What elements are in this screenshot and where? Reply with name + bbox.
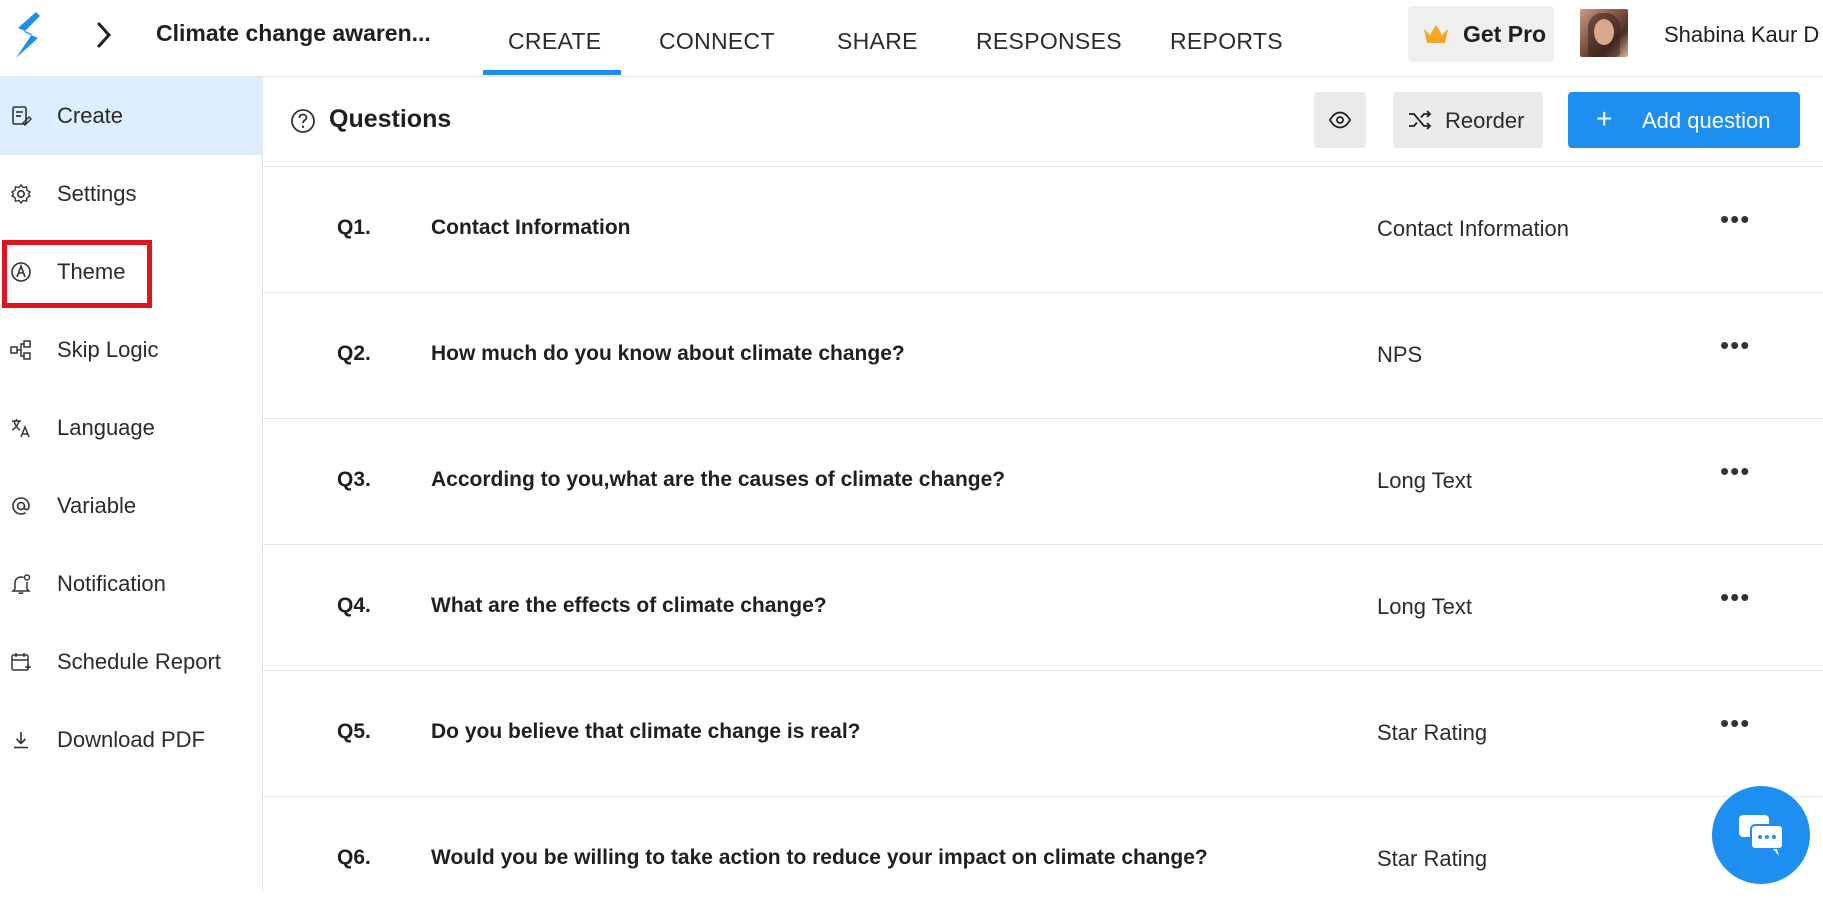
question-text[interactable]: What are the effects of climate change? (431, 594, 827, 618)
tab-connect[interactable]: CONNECT (659, 28, 775, 55)
more-options-icon[interactable]: ••• (1720, 582, 1750, 613)
more-options-icon[interactable]: ••• (1720, 330, 1750, 361)
question-row[interactable]: Q1. Contact Information Contact Informat… (263, 166, 1823, 293)
sidebar-item-label: Download PDF (57, 727, 205, 752)
chat-icon (1739, 815, 1784, 856)
question-number: Q1. (337, 216, 371, 239)
more-options-icon[interactable]: ••• (1720, 456, 1750, 487)
tab-responses[interactable]: RESPONSES (976, 28, 1122, 55)
crown-icon (1424, 25, 1448, 43)
sidebar-item-create[interactable]: Create (0, 77, 262, 155)
question-text[interactable]: Do you believe that climate change is re… (431, 720, 860, 744)
question-type: Long Text (1377, 594, 1473, 619)
question-row[interactable]: Q2. How much do you know about climate c… (263, 292, 1823, 419)
sidebar-item-skip-logic[interactable]: Skip Logic (0, 311, 262, 389)
questions-header: Questions Reorder + Add question (263, 77, 1823, 167)
avatar[interactable] (1580, 9, 1628, 57)
sidebar-item-schedule-report[interactable]: Schedule Report (0, 623, 262, 701)
question-type: Star Rating (1377, 720, 1488, 745)
chat-button[interactable] (1712, 786, 1810, 884)
app-logo-icon[interactable] (12, 10, 42, 60)
question-type: NPS (1377, 342, 1423, 367)
reorder-label: Reorder (1445, 108, 1525, 133)
top-bar: Climate change awaren... CREATE CONNECT … (0, 0, 1823, 77)
sidebar-item-label: Skip Logic (57, 337, 159, 362)
download-icon (14, 732, 28, 749)
sidebar-item-label: Settings (57, 181, 137, 206)
question-text[interactable]: Would you be willing to take action to r… (431, 846, 1208, 870)
add-question-button[interactable]: + Add question (1568, 92, 1800, 148)
sidebar-item-label: Notification (57, 571, 166, 596)
at-icon (12, 497, 30, 515)
sidebar-item-label: Variable (57, 493, 137, 518)
question-text[interactable]: According to you,what are the causes of … (431, 468, 1005, 492)
sidebar-item-label: Create (57, 103, 124, 128)
sidebar-item-language[interactable]: Language (0, 389, 262, 467)
tab-reports[interactable]: REPORTS (1170, 28, 1283, 55)
question-text[interactable]: How much do you know about climate chang… (431, 342, 905, 366)
sidebar-item-variable[interactable]: Variable (0, 467, 262, 545)
active-tab-indicator (483, 70, 621, 75)
bell-icon (11, 574, 31, 594)
calendar-icon (11, 653, 31, 671)
theme-highlight-box (2, 240, 152, 308)
question-type: Long Text (1377, 468, 1473, 493)
tab-create[interactable]: CREATE (508, 28, 601, 55)
question-row[interactable]: Q3. According to you,what are the causes… (263, 418, 1823, 545)
question-number: Q5. (337, 720, 371, 743)
sidebar-item-notification[interactable]: Notification (0, 545, 262, 623)
more-options-icon[interactable]: ••• (1720, 204, 1750, 235)
sidebar-item-label: Schedule Report (57, 649, 221, 674)
question-text[interactable]: Contact Information (431, 216, 631, 240)
sidebar: Create Settings Theme Skip Logic Languag… (0, 77, 263, 892)
translate-icon (11, 419, 30, 438)
skip-logic-icon (10, 340, 31, 360)
more-options-icon[interactable]: ••• (1720, 708, 1750, 739)
get-pro-label: Get Pro (1463, 21, 1547, 47)
question-number: Q3. (337, 468, 371, 491)
help-circle-icon (291, 109, 315, 133)
sidebar-item-download-pdf[interactable]: Download PDF (0, 701, 262, 779)
user-name[interactable]: Shabina Kaur D (1664, 22, 1819, 48)
tab-share[interactable]: SHARE (837, 28, 918, 55)
question-row[interactable]: Q5. Do you believe that climate change i… (263, 670, 1823, 797)
eye-icon (1328, 111, 1352, 129)
question-number: Q4. (337, 594, 371, 617)
gear-icon (10, 183, 32, 205)
preview-button[interactable] (1314, 92, 1366, 148)
page-title: Questions (329, 105, 452, 133)
question-type: Star Rating (1377, 846, 1488, 871)
get-pro-button[interactable]: Get Pro (1408, 6, 1554, 62)
sidebar-item-label: Language (57, 415, 155, 440)
question-row[interactable]: Q6. Would you be willing to take action … (263, 796, 1823, 922)
question-type: Contact Information (1377, 216, 1569, 241)
add-question-label: Add question (1642, 108, 1771, 133)
create-icon (12, 106, 32, 126)
survey-title[interactable]: Climate change awaren... (156, 20, 431, 47)
plus-icon: + (1596, 103, 1613, 134)
shuffle-icon (1409, 110, 1432, 130)
chevron-right-icon[interactable] (94, 20, 114, 50)
reorder-button[interactable]: Reorder (1393, 92, 1543, 148)
sidebar-item-settings[interactable]: Settings (0, 155, 262, 233)
question-number: Q6. (337, 846, 371, 869)
question-row[interactable]: Q4. What are the effects of climate chan… (263, 544, 1823, 671)
question-number: Q2. (337, 342, 371, 365)
